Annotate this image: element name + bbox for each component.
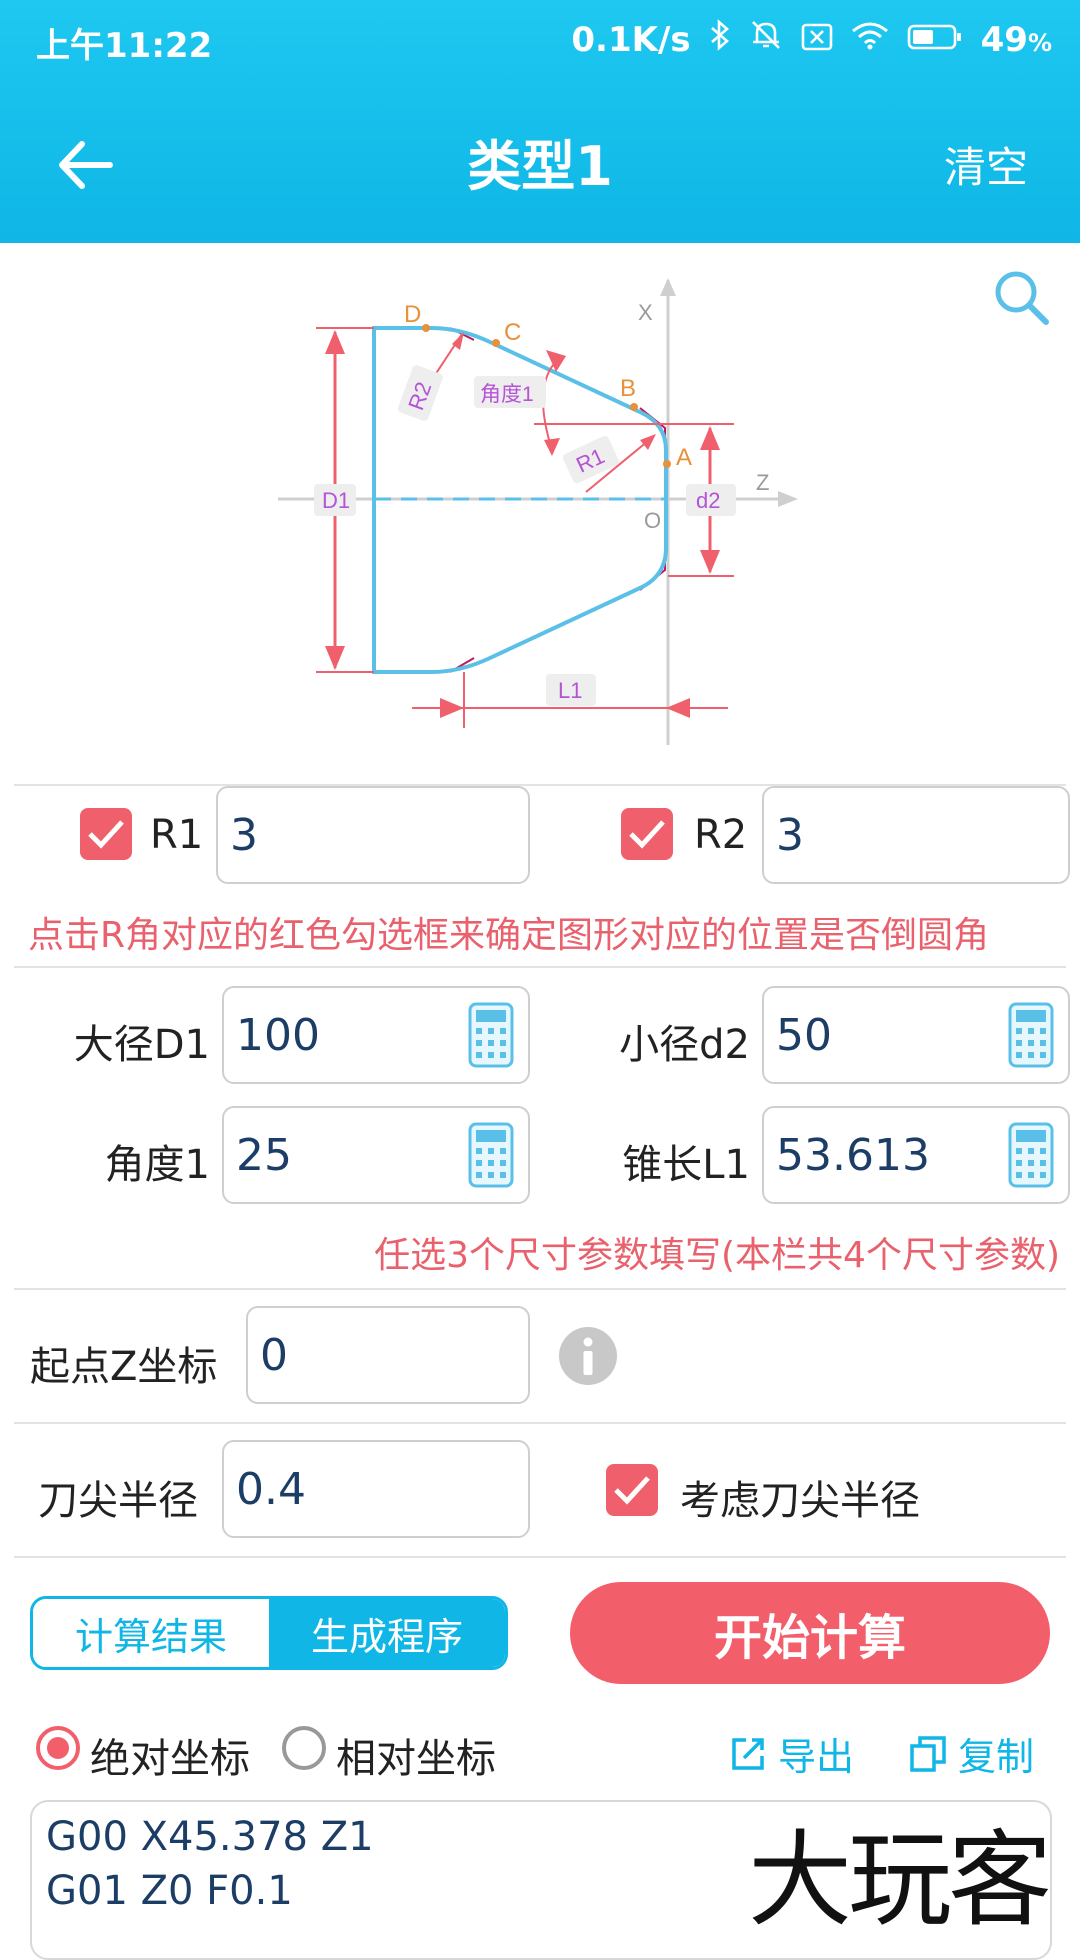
d2-field-label: 小径d2 <box>619 1022 750 1068</box>
part-diagram: X Z O D1 d2 L1 R2 R1 角度1 D C B A <box>278 278 798 745</box>
point-d <box>422 324 430 332</box>
r1-label: R1 <box>150 812 204 858</box>
code-line: G01 Z0 F0.1 <box>46 1868 293 1914</box>
divider <box>14 1556 1066 1558</box>
relative-coord-label: 相对坐标 <box>336 1736 496 1782</box>
mute-bell-icon <box>749 18 783 61</box>
checkmark-icon <box>629 820 665 849</box>
consider-radius-label: 考虑刀尖半径 <box>680 1478 920 1524</box>
tool-radius-input-value: 0.4 <box>236 1463 306 1515</box>
absolute-coord-label: 绝对坐标 <box>90 1736 250 1782</box>
z-axis-arrow <box>778 491 798 507</box>
status-icons: 0.1K/s 49% <box>571 18 1052 61</box>
start-z-input-value: 0 <box>260 1329 288 1381</box>
angle1-field-label: 角度1 <box>104 1142 210 1188</box>
r2-checkbox[interactable] <box>621 808 673 860</box>
tab-generate-program[interactable]: 生成程序 <box>269 1599 505 1667</box>
divider <box>14 966 1066 968</box>
point-d-label: D <box>404 301 421 328</box>
watermark: 大玩客 <box>748 1819 1052 1941</box>
calculator-icon[interactable] <box>468 1122 514 1188</box>
l1-label: L1 <box>558 678 582 703</box>
r2-label: R2 <box>694 812 748 858</box>
relative-coord-radio[interactable] <box>282 1726 326 1770</box>
export-icon <box>732 1737 764 1770</box>
d1-label: D1 <box>322 488 350 513</box>
copy-icon <box>910 1735 946 1772</box>
fillet-hint: 点击R角对应的红色勾选框来确定图形对应的位置是否倒圆角 <box>28 915 990 956</box>
angle1-input-value: 25 <box>236 1129 292 1181</box>
r2-input-value: 3 <box>776 809 804 861</box>
point-b-label: B <box>620 375 636 402</box>
l1-input-value: 53.613 <box>776 1129 930 1181</box>
wifi-icon <box>851 20 889 60</box>
tool-radius-label: 刀尖半径 <box>38 1478 198 1524</box>
zoom-button[interactable] <box>992 268 1050 326</box>
info-icon[interactable] <box>558 1326 618 1386</box>
search-icon <box>995 271 1049 325</box>
divider <box>14 1288 1066 1290</box>
d2-input-value: 50 <box>776 1009 832 1061</box>
calculator-icon[interactable] <box>1008 1002 1054 1068</box>
clear-button[interactable]: 清空 <box>944 134 1028 195</box>
x-axis-label: X <box>638 300 653 325</box>
net-speed: 0.1K/s <box>571 19 691 60</box>
copy-button[interactable]: 复制 <box>908 1726 1034 1781</box>
r2-input[interactable]: 3 <box>762 786 1070 884</box>
d1-field-label: 大径D1 <box>73 1022 210 1068</box>
r1-input-value: 3 <box>230 809 258 861</box>
point-c-label: C <box>504 319 521 346</box>
origin-label: O <box>644 508 661 533</box>
checkmark-icon <box>88 820 124 849</box>
status-time: 上午11:22 <box>36 26 213 66</box>
angle1-label: 角度1 <box>480 383 534 406</box>
r1-input[interactable]: 3 <box>216 786 530 884</box>
sim-card-icon <box>801 20 833 60</box>
status-bar: 上午11:22 0.1K/s 49% <box>0 0 1080 78</box>
start-calculate-button[interactable]: 开始计算 <box>570 1582 1050 1684</box>
point-a-label: A <box>676 444 692 471</box>
divider <box>14 1422 1066 1424</box>
consider-radius-checkbox[interactable] <box>606 1464 658 1516</box>
title-bar: 类型1 清空 <box>0 90 1080 230</box>
d2-label: d2 <box>696 488 720 513</box>
export-button[interactable]: 导出 <box>728 1726 854 1781</box>
start-z-input[interactable]: 0 <box>246 1306 530 1404</box>
start-z-label: 起点Z坐标 <box>30 1344 218 1390</box>
dimension-hint: 任选3个尺寸参数填写(本栏共4个尺寸参数) <box>374 1235 1060 1276</box>
result-mode-toggle: 计算结果 生成程序 <box>30 1596 508 1670</box>
export-label: 导出 <box>778 1735 855 1779</box>
battery-level: 49% <box>980 19 1052 60</box>
calculator-icon[interactable] <box>468 1002 514 1068</box>
absolute-coord-radio[interactable] <box>36 1726 80 1770</box>
code-line: G00 X45.378 Z1 <box>46 1814 374 1860</box>
battery-icon <box>907 20 963 60</box>
point-b <box>630 403 638 411</box>
d1-input-value: 100 <box>236 1009 320 1061</box>
app-header: 上午11:22 0.1K/s 49% 类型1 清空 <box>0 0 1080 243</box>
checkmark-icon <box>614 1476 650 1505</box>
copy-label: 复制 <box>958 1735 1035 1779</box>
r1-checkbox[interactable] <box>80 808 132 860</box>
tool-radius-input[interactable]: 0.4 <box>222 1440 530 1538</box>
l1-field-label: 锥长L1 <box>622 1142 750 1188</box>
point-c <box>492 339 500 347</box>
page-title: 类型1 <box>467 135 613 198</box>
x-axis-arrow <box>660 278 676 296</box>
calculator-icon[interactable] <box>1008 1122 1054 1188</box>
tab-calc-result[interactable]: 计算结果 <box>33 1599 269 1667</box>
z-axis-label: Z <box>756 470 769 495</box>
bluetooth-icon <box>709 19 731 60</box>
point-a <box>663 460 671 468</box>
